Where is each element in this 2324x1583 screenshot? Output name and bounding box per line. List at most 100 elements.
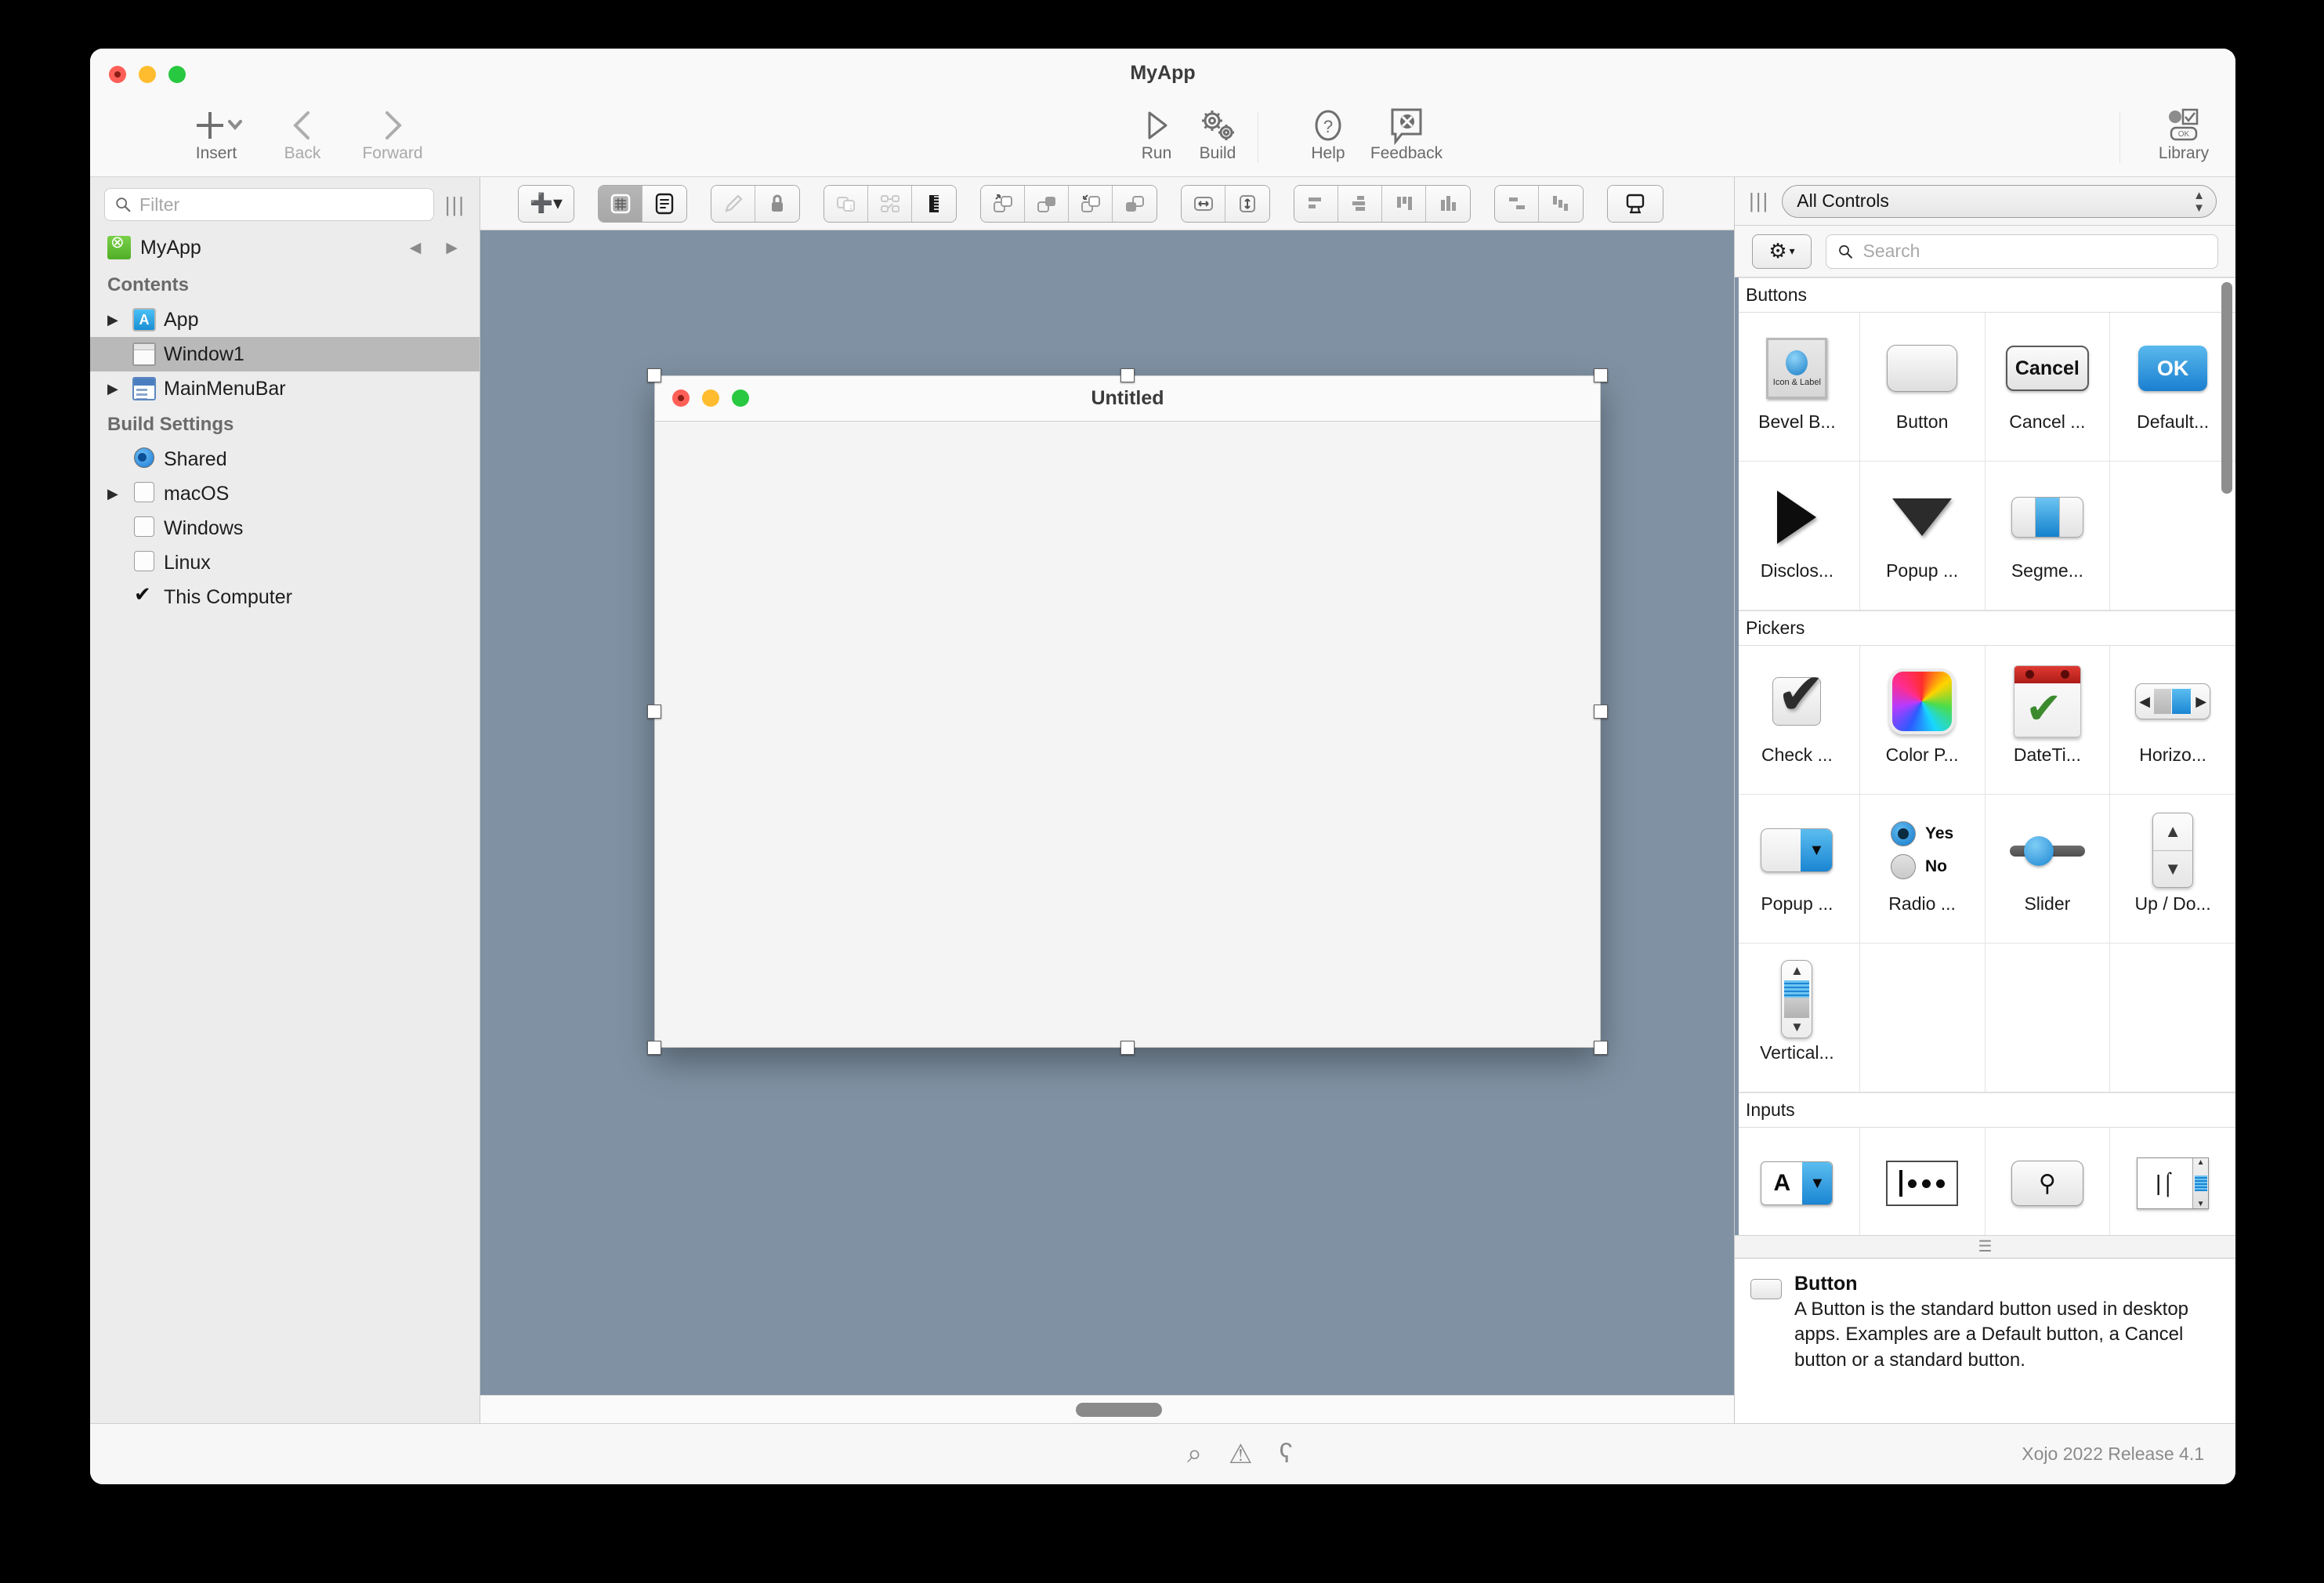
checkbox-on-icon[interactable] <box>132 585 156 609</box>
library-item-popup-menu[interactable]: ▼ Popup ... <box>1735 795 1860 944</box>
design-window-title: Untitled <box>1091 387 1164 409</box>
sidebar-item-app[interactable]: ▶ App <box>90 302 480 337</box>
screen-preview-button[interactable] <box>1608 185 1663 222</box>
library-options-button[interactable]: ⚙ ▾ <box>1752 234 1812 269</box>
toolbar-back-button[interactable]: Back <box>259 103 346 163</box>
sidebar-item-mainmenubar[interactable]: ▶ MainMenuBar <box>90 371 480 406</box>
sidebar-item-windows[interactable]: ▶ Windows <box>90 511 480 545</box>
library-item-popup-arrow[interactable]: Popup ... <box>1859 462 1986 610</box>
library-item-button[interactable]: Button <box>1859 313 1986 462</box>
bring-forward-button[interactable] <box>1025 185 1069 222</box>
library-search-input[interactable] <box>1862 241 2206 262</box>
cancel-inner-label: Cancel <box>2005 346 2089 391</box>
send-backward-button[interactable] <box>1069 185 1113 222</box>
sidebar-columns-toggle-icon[interactable]: ||| <box>445 193 465 217</box>
library-search-field[interactable] <box>1826 234 2218 269</box>
align-top-button[interactable] <box>1382 185 1426 222</box>
sidebar-item-this-computer[interactable]: ▶ This Computer <box>90 580 480 614</box>
library-item-disclosure-triangle[interactable]: Disclos... <box>1735 462 1860 610</box>
checkbox-off-icon[interactable] <box>132 482 156 505</box>
library-item-horizontal-slider[interactable]: ◀ ▶ Horizo... <box>2110 646 2235 795</box>
library-item-label: Disclos... <box>1760 560 1834 581</box>
toolbar-inspector-button[interactable]: Inspector <box>2231 103 2235 163</box>
library-columns-toggle-icon[interactable]: ||| <box>1749 189 1769 213</box>
library-item-vertical-scrollbar[interactable]: ▲ ▼ Vertical... <box>1735 944 1860 1092</box>
library-item-textfield[interactable] <box>1859 1128 1986 1235</box>
filter-field[interactable] <box>104 188 434 221</box>
library-item-cancel-button[interactable]: Cancel Cancel ... <box>1985 313 2111 462</box>
resize-handle-left[interactable] <box>647 705 661 719</box>
library-item-radio-group[interactable]: Yes No Radio ... <box>1859 795 1986 944</box>
library-scroll-area[interactable]: Buttons Icon & Label Bevel B... Button C… <box>1735 277 2235 1235</box>
library-item-up-down-arrows[interactable]: ▲ ▼ Up / Do... <box>2110 795 2235 944</box>
sidebar-item-window1[interactable]: ▶ Window1 <box>90 337 480 371</box>
resize-handle-top[interactable] <box>1120 368 1135 382</box>
sidebar-item-linux[interactable]: ▶ Linux <box>90 545 480 580</box>
toolbar-forward-button[interactable]: Forward <box>349 103 436 163</box>
library-item-checkbox[interactable]: Check ... <box>1735 646 1860 795</box>
library-category-select[interactable]: All Controls ▲ ▼ <box>1782 184 2217 218</box>
resize-handle-top-left[interactable] <box>647 368 661 382</box>
project-root-row[interactable]: MyApp ◀ ▶ <box>90 229 480 266</box>
warning-icon[interactable]: ⚠ <box>1229 1439 1252 1470</box>
toolbar-insert-button[interactable]: Insert <box>173 103 259 163</box>
code-view-button[interactable] <box>643 185 686 222</box>
disclosure-triangle-icon[interactable]: ▶ <box>107 381 125 397</box>
tab-order-button[interactable] <box>868 185 912 222</box>
library-splitter-handle[interactable]: ☰ <box>1735 1235 2235 1259</box>
send-to-back-button[interactable] <box>1113 185 1157 222</box>
canvas-horizontal-scrollbar[interactable] <box>480 1395 1734 1423</box>
bring-to-front-button[interactable] <box>981 185 1025 222</box>
disclosure-triangle-icon[interactable]: ▶ <box>107 486 125 502</box>
library-item-default-button[interactable]: OK Default... <box>2110 313 2235 462</box>
feed-icon[interactable]: ʕ <box>1280 1439 1293 1469</box>
library-vertical-scrollbar[interactable] <box>2221 282 2232 494</box>
distribute-horizontal-button[interactable] <box>1495 185 1539 222</box>
layout-canvas[interactable]: Untitled <box>480 230 1734 1423</box>
ruler-button[interactable] <box>912 185 956 222</box>
align-left-button[interactable] <box>1294 185 1338 222</box>
toolbar-help-button[interactable]: ? Help <box>1285 103 1371 163</box>
resize-handle-right[interactable] <box>1594 705 1608 719</box>
resize-handle-bottom[interactable] <box>1120 1041 1135 1055</box>
menubar-icon <box>132 377 156 400</box>
resize-handle-bottom-left[interactable] <box>647 1041 661 1055</box>
toolbar-feedback-button[interactable]: Feedback <box>1363 103 1450 163</box>
checkbox-off-icon[interactable] <box>132 551 156 574</box>
edit-pencil-button[interactable] <box>711 185 755 222</box>
sidebar-item-shared[interactable]: ▶ Shared <box>90 442 480 476</box>
library-item-searchfield[interactable]: ⚲ <box>1985 1128 2111 1235</box>
cancel-button-art: Cancel <box>2005 325 2089 411</box>
canvas-scroll-thumb[interactable] <box>1076 1403 1162 1417</box>
resize-handle-bottom-right[interactable] <box>1594 1041 1608 1055</box>
layout-view-button[interactable] <box>599 185 643 222</box>
library-item-datetime-picker[interactable]: ✔ DateTi... <box>1985 646 2111 795</box>
checkbox-off-icon[interactable] <box>132 516 156 540</box>
add-control-button[interactable]: ➕▾ <box>519 185 574 222</box>
toolbar-library-button[interactable]: OK Library <box>2141 103 2227 163</box>
page-panel-button[interactable]: 1 <box>824 185 868 222</box>
align-bottom-button[interactable] <box>1426 185 1470 222</box>
filter-input[interactable] <box>139 194 424 216</box>
resize-handle-top-right[interactable] <box>1594 368 1608 382</box>
library-item-slider[interactable]: Slider <box>1985 795 2111 944</box>
distribute-vertical-button[interactable] <box>1539 185 1583 222</box>
disclosure-triangle-icon[interactable]: ▶ <box>107 312 125 328</box>
resize-horizontal-button[interactable] <box>1182 185 1225 222</box>
library-item-bevel-button[interactable]: Icon & Label Bevel B... <box>1735 313 1860 462</box>
radio-on-icon[interactable] <box>132 447 156 471</box>
resize-vertical-button[interactable] <box>1225 185 1269 222</box>
sidebar-next-icon[interactable]: ▶ <box>438 239 465 257</box>
library-item-segmented-control[interactable]: Segme... <box>1985 462 2111 610</box>
lock-button[interactable] <box>755 185 799 222</box>
toolbar-build-button[interactable]: Build <box>1175 103 1261 163</box>
toolbar-run-label: Run <box>1141 144 1172 162</box>
library-item-textarea[interactable]: |⌠ ▲ ▼ <box>2110 1128 2235 1235</box>
design-window-preview[interactable]: Untitled <box>647 368 1608 1055</box>
sidebar-item-macos[interactable]: ▶ macOS <box>90 476 480 511</box>
library-item-combobox[interactable]: A ▼ <box>1735 1128 1860 1235</box>
search-icon[interactable]: ⌕ <box>1187 1439 1202 1469</box>
align-center-button[interactable] <box>1338 185 1382 222</box>
sidebar-prev-icon[interactable]: ◀ <box>402 239 429 257</box>
library-item-color-picker[interactable]: Color P... <box>1859 646 1986 795</box>
